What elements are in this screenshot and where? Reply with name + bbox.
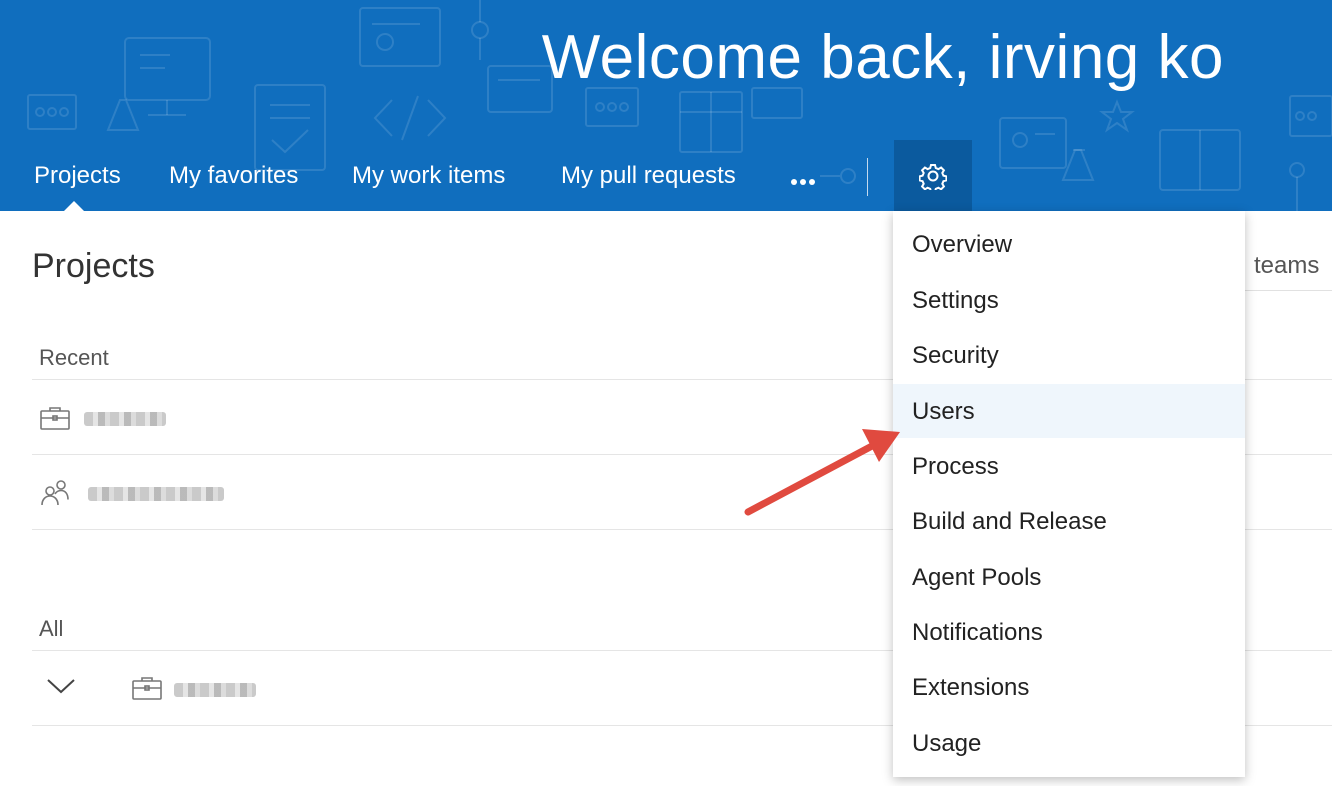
page-title: Projects (32, 247, 155, 285)
list-item[interactable] (32, 651, 892, 725)
menu-item-security[interactable]: Security (893, 328, 1245, 382)
recent-heading: Recent (39, 345, 109, 370)
redacted-team-name (88, 487, 224, 501)
nav-divider (867, 158, 868, 196)
tab-my-favorites[interactable]: My favorites (169, 162, 298, 190)
gear-icon (919, 163, 947, 190)
redacted-project-name (84, 412, 166, 426)
welcome-heading: Welcome back, irving ko (541, 23, 1224, 92)
menu-item-usage[interactable]: Usage (893, 716, 1245, 770)
hub-nav: Projects My favorites My work items My p… (0, 150, 1000, 211)
menu-item-agent-pools[interactable]: Agent Pools (893, 550, 1245, 604)
tab-my-pull-requests[interactable]: My pull requests (561, 162, 736, 190)
list-item[interactable] (32, 455, 892, 529)
briefcase-icon (40, 407, 70, 430)
menu-item-overview[interactable]: Overview (893, 217, 1245, 271)
redacted-project-name (174, 683, 256, 697)
menu-item-extensions[interactable]: Extensions (893, 660, 1245, 714)
teams-link[interactable]: teams (1240, 241, 1332, 291)
list-item[interactable] (32, 380, 892, 454)
menu-item-build-and-release[interactable]: Build and Release (893, 494, 1245, 548)
people-icon (41, 480, 69, 506)
active-tab-indicator (64, 201, 84, 211)
menu-item-notifications[interactable]: Notifications (893, 605, 1245, 659)
settings-button[interactable] (894, 140, 972, 211)
tab-my-work-items[interactable]: My work items (352, 162, 505, 190)
menu-item-settings[interactable]: Settings (893, 273, 1245, 327)
chevron-down-icon[interactable] (46, 677, 76, 695)
settings-menu: Overview Settings Security Users Process… (893, 211, 1245, 777)
tab-projects[interactable]: Projects (34, 162, 121, 190)
briefcase-icon (132, 677, 162, 700)
menu-item-users[interactable]: Users (893, 384, 1245, 438)
menu-item-process[interactable]: Process (893, 439, 1245, 493)
all-heading: All (39, 616, 64, 641)
ellipsis-icon[interactable] (790, 174, 816, 185)
